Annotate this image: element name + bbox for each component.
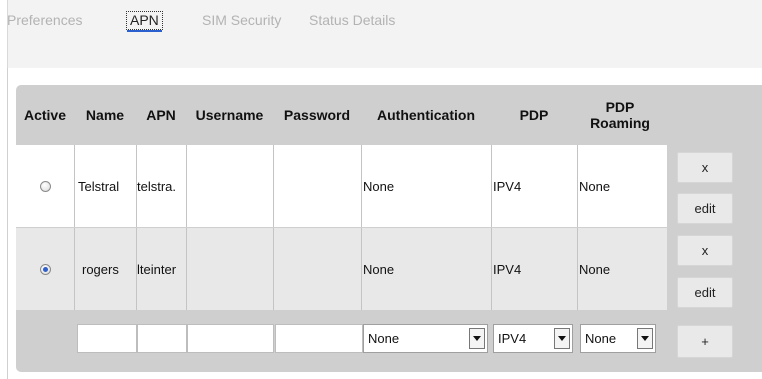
username-cell — [187, 228, 273, 310]
chevron-down-icon[interactable] — [554, 328, 570, 349]
tab-sim-security[interactable]: SIM Security — [202, 12, 281, 28]
active-cell — [16, 145, 74, 227]
column-divider — [74, 145, 75, 227]
username-cell — [187, 145, 273, 227]
header-username: Username — [195, 107, 264, 123]
left-divider — [7, 68, 8, 379]
header-active: Active — [23, 107, 67, 123]
new-pdp-select[interactable]: IPV4 — [493, 324, 573, 353]
pdp-cell: IPV4 — [493, 261, 522, 277]
delete-button[interactable]: x — [677, 152, 733, 183]
chevron-down-icon[interactable] — [637, 328, 653, 349]
new-authentication-select[interactable]: None — [363, 324, 488, 353]
tab-status-details[interactable]: Status Details — [309, 12, 395, 28]
header-name: Name — [85, 107, 125, 123]
column-divider — [361, 228, 362, 310]
edit-button[interactable]: edit — [677, 193, 733, 224]
add-apn-button[interactable]: + — [677, 325, 733, 358]
new-password-input[interactable] — [275, 324, 363, 353]
edit-button[interactable]: edit — [677, 277, 733, 308]
active-cell — [16, 228, 74, 310]
password-cell — [274, 145, 361, 227]
new-username-input[interactable] — [187, 324, 274, 353]
pdp-roaming-select-value: None — [585, 331, 617, 346]
table-row: rogers lteinter None IPV4 None — [16, 228, 667, 310]
password-cell — [274, 228, 361, 310]
apn-cell: telstra. — [137, 178, 177, 194]
name-cell: Telstral — [78, 178, 120, 194]
column-divider — [577, 228, 578, 310]
header-authentication: Authentication — [377, 107, 475, 123]
delete-button[interactable]: x — [677, 235, 733, 266]
name-cell: rogers — [82, 261, 119, 277]
header-pdp: PDP — [519, 107, 549, 123]
new-pdp-roaming-select[interactable]: None — [580, 324, 656, 353]
tab-preferences[interactable]: Preferences — [7, 12, 82, 28]
active-radio-rogers[interactable] — [39, 263, 51, 275]
apn-settings-page: Preferences APN SIM Security Status Deta… — [0, 0, 762, 379]
authentication-cell: None — [363, 178, 395, 194]
apn-cell: lteinter — [137, 261, 177, 277]
header-pdp-roaming: PDP Roaming — [590, 99, 650, 131]
authentication-select-value: None — [368, 331, 400, 346]
pdp-roaming-cell: None — [579, 261, 611, 277]
authentication-cell: None — [363, 261, 395, 277]
table-row: Telstral telstra. None IPV4 None — [16, 145, 667, 227]
column-divider — [74, 228, 75, 310]
tab-active-underline — [127, 30, 162, 32]
new-apn-input[interactable] — [137, 324, 187, 353]
pdp-select-value: IPV4 — [498, 331, 527, 346]
pdp-roaming-cell: None — [579, 178, 611, 194]
new-name-input[interactable] — [77, 324, 137, 353]
column-divider — [491, 228, 492, 310]
column-divider — [491, 145, 492, 227]
chevron-down-icon[interactable] — [469, 328, 485, 349]
apn-table: Active Name APN Username Password Authen… — [16, 85, 762, 372]
tab-apn-label: APN — [130, 12, 159, 28]
header-apn: APN — [146, 107, 176, 123]
pdp-cell: IPV4 — [493, 178, 522, 194]
tab-apn[interactable]: APN — [126, 11, 163, 32]
column-divider — [361, 145, 362, 227]
column-divider — [577, 145, 578, 227]
header-password: Password — [283, 107, 351, 123]
tab-bar: Preferences APN SIM Security Status Deta… — [7, 0, 762, 68]
active-radio-telstral[interactable] — [39, 180, 51, 192]
